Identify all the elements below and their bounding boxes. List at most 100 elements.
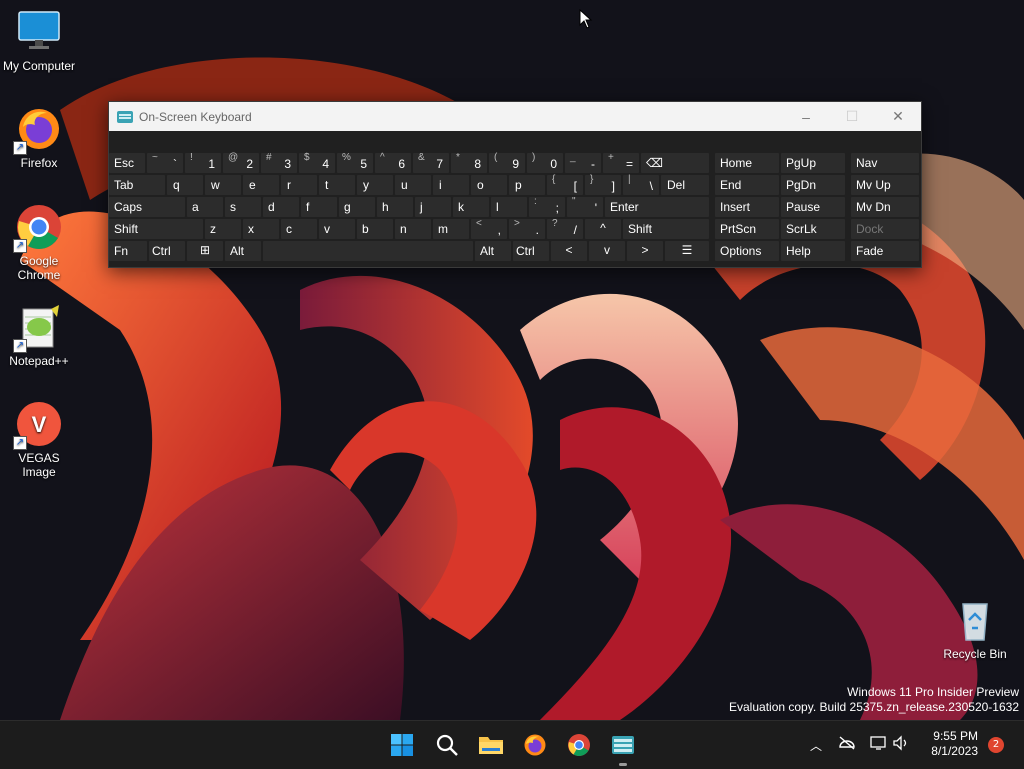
desktop-icon-vegas-image[interactable]: V ↗ VEGAS Image xyxy=(0,400,78,479)
key-right-arrow[interactable]: > xyxy=(627,241,663,261)
key-3[interactable]: #3 xyxy=(261,152,297,173)
key-caps[interactable]: Caps xyxy=(109,197,185,217)
key-y[interactable]: y xyxy=(357,175,393,195)
key-f[interactable]: f xyxy=(301,197,337,217)
key-semicolon[interactable]: :; xyxy=(529,196,565,217)
key-enter[interactable]: Enter xyxy=(605,197,709,217)
key-menu[interactable]: ☰ xyxy=(665,241,709,261)
key-pause[interactable]: Pause xyxy=(781,197,845,217)
key-0[interactable]: ) 0 xyxy=(527,152,563,173)
key-8[interactable]: * 8 xyxy=(451,152,487,173)
key-fn[interactable]: Fn xyxy=(109,241,147,261)
taskbar-chrome[interactable] xyxy=(563,729,595,761)
key-a[interactable]: a xyxy=(187,197,223,217)
key-v[interactable]: v xyxy=(319,219,355,239)
key-1[interactable]: ! 1 xyxy=(185,152,221,173)
taskbar-firefox[interactable] xyxy=(519,729,551,761)
key-left-ctrl[interactable]: Ctrl xyxy=(149,241,185,261)
key-j[interactable]: j xyxy=(415,197,451,217)
key-4[interactable]: $4 xyxy=(299,152,335,173)
key-quote[interactable]: " ' xyxy=(567,196,603,217)
key-scrlk[interactable]: ScrLk xyxy=(781,219,845,239)
key-u[interactable]: u xyxy=(395,175,431,195)
desktop-icon-my-computer[interactable]: My Computer xyxy=(0,8,78,73)
key-nav[interactable]: Nav xyxy=(851,153,919,173)
close-button[interactable]: ✕ xyxy=(875,102,921,131)
key-right-shift[interactable]: Shift xyxy=(623,219,709,239)
key-home[interactable]: Home xyxy=(715,153,779,173)
key-fade[interactable]: Fade xyxy=(851,241,919,261)
key-g[interactable]: g xyxy=(339,197,375,217)
key-r[interactable]: r xyxy=(281,175,317,195)
key-windows[interactable]: ⊞ xyxy=(187,241,223,261)
key-i[interactable]: i xyxy=(433,175,469,195)
desktop-icon-recycle-bin[interactable]: Recycle Bin xyxy=(936,596,1014,661)
key-tab[interactable]: Tab xyxy=(109,175,165,195)
window-titlebar[interactable]: On-Screen Keyboard – ☐ ✕ xyxy=(109,102,921,131)
key-n[interactable]: n xyxy=(395,219,431,239)
key-mv-dn[interactable]: Mv Dn xyxy=(851,197,919,217)
key-pgup[interactable]: PgUp xyxy=(781,153,845,173)
key-l[interactable]: l xyxy=(491,197,527,217)
key-left-alt[interactable]: Alt xyxy=(225,241,261,261)
key-mv-up[interactable]: Mv Up xyxy=(851,175,919,195)
key-t[interactable]: t xyxy=(319,175,355,195)
key-comma[interactable]: <, xyxy=(471,218,507,239)
desktop-icon-notepadpp[interactable]: ↗ Notepad++ xyxy=(0,303,78,368)
key-up-arrow[interactable]: ^ xyxy=(585,219,621,239)
display-icon[interactable] xyxy=(870,735,890,755)
key-right-bracket[interactable]: }] xyxy=(585,174,621,195)
minimize-button[interactable]: – xyxy=(783,102,829,131)
key-left-arrow[interactable]: < xyxy=(551,241,587,261)
key-backspace[interactable]: ⌫ xyxy=(641,153,709,173)
key-space[interactable] xyxy=(263,241,473,261)
desktop-icon-google-chrome[interactable]: ↗ Google Chrome xyxy=(0,203,78,282)
key-e[interactable]: e xyxy=(243,175,279,195)
key-s[interactable]: s xyxy=(225,197,261,217)
notification-badge[interactable]: 2 xyxy=(988,737,1004,753)
desktop-icon-firefox[interactable]: ↗ Firefox xyxy=(0,105,78,170)
key-down-arrow[interactable]: v xyxy=(589,241,625,261)
key-q[interactable]: q xyxy=(167,175,203,195)
key-m[interactable]: m xyxy=(433,219,469,239)
key-backslash[interactable]: | \ xyxy=(623,174,659,195)
taskbar-file-explorer[interactable] xyxy=(475,729,507,761)
key-backtick[interactable]: ~ ` xyxy=(147,152,183,173)
key-5[interactable]: % 5 xyxy=(337,152,373,173)
start-button[interactable] xyxy=(386,729,418,761)
key-x[interactable]: x xyxy=(243,219,279,239)
key-7[interactable]: & 7 xyxy=(413,152,449,173)
maximize-button[interactable]: ☐ xyxy=(829,102,875,131)
key-c[interactable]: c xyxy=(281,219,317,239)
key-options[interactable]: Options xyxy=(715,241,779,261)
key-minus[interactable]: _ - xyxy=(565,152,601,173)
key-equals[interactable]: + = xyxy=(603,152,639,173)
key-insert[interactable]: Insert xyxy=(715,197,779,217)
key-p[interactable]: p xyxy=(509,175,545,195)
key-2[interactable]: @2 xyxy=(223,152,259,173)
network-disconnected-icon[interactable] xyxy=(838,735,858,755)
key-b[interactable]: b xyxy=(357,219,393,239)
key-dock[interactable]: Dock xyxy=(851,219,919,239)
key-9[interactable]: (9 xyxy=(489,152,525,173)
taskbar-clock[interactable]: 9:55 PM 8/1/2023 xyxy=(931,729,978,759)
key-k[interactable]: k xyxy=(453,197,489,217)
key-w[interactable]: w xyxy=(205,175,241,195)
key-slash[interactable]: ? / xyxy=(547,218,583,239)
key-right-alt[interactable]: Alt xyxy=(475,241,511,261)
search-button[interactable] xyxy=(431,729,463,761)
key-left-bracket[interactable]: {[ xyxy=(547,174,583,195)
key-del[interactable]: Del xyxy=(661,175,709,195)
key-help[interactable]: Help xyxy=(781,241,845,261)
key-prtscn[interactable]: PrtScn xyxy=(715,219,779,239)
key-pgdn[interactable]: PgDn xyxy=(781,175,845,195)
key-esc[interactable]: Esc xyxy=(109,153,145,173)
volume-icon[interactable] xyxy=(892,735,912,755)
key-right-ctrl[interactable]: Ctrl xyxy=(513,241,549,261)
key-6[interactable]: ^ 6 xyxy=(375,152,411,173)
key-h[interactable]: h xyxy=(377,197,413,217)
key-d[interactable]: d xyxy=(263,197,299,217)
show-hidden-icons-chevron-icon[interactable]: ︿ xyxy=(804,737,828,754)
key-z[interactable]: z xyxy=(205,219,241,239)
key-o[interactable]: o xyxy=(471,175,507,195)
